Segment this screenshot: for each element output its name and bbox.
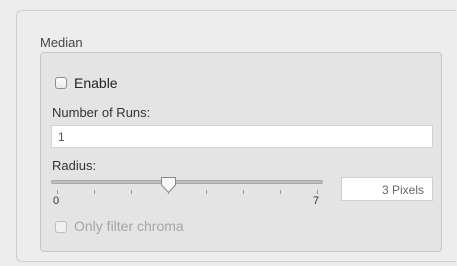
only-filter-chroma-label[interactable]: Only filter chroma bbox=[74, 218, 184, 234]
radius-slider-tick bbox=[205, 190, 207, 194]
radius-slider-tick bbox=[317, 190, 318, 194]
radius-min-label: 0 bbox=[53, 195, 60, 207]
number-of-runs-field[interactable]: 1 bbox=[51, 125, 433, 148]
radius-slider-tick bbox=[131, 190, 133, 194]
radius-slider-thumb[interactable] bbox=[160, 176, 177, 194]
radius-slider-tick bbox=[279, 190, 281, 194]
radius-slider-tick bbox=[94, 190, 96, 194]
median-group-title: Median bbox=[40, 35, 83, 50]
radius-slider-tick bbox=[242, 190, 244, 194]
radius-label: Radius: bbox=[52, 158, 97, 173]
enable-label[interactable]: Enable bbox=[74, 75, 118, 91]
only-filter-chroma-checkbox[interactable] bbox=[55, 221, 67, 233]
radius-value-field[interactable]: 3 Pixels bbox=[341, 177, 433, 201]
enable-checkbox[interactable] bbox=[55, 77, 67, 89]
radius-max-label: 7 bbox=[313, 195, 320, 207]
radius-slider-tick bbox=[57, 190, 58, 194]
radius-slider-track[interactable] bbox=[51, 180, 323, 184]
number-of-runs-label: Number of Runs: bbox=[52, 105, 151, 120]
